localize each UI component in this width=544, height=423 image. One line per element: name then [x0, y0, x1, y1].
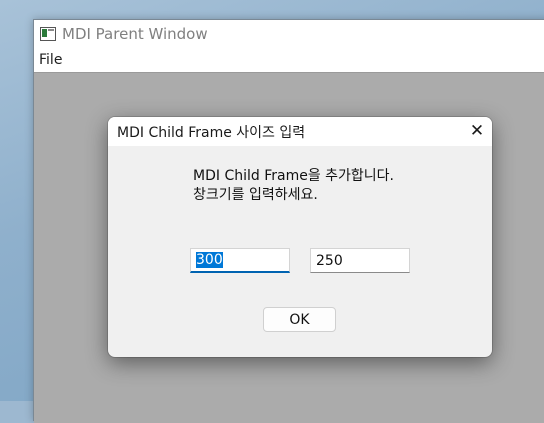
- dialog-title: MDI Child Frame 사이즈 입력: [117, 125, 306, 141]
- menu-file[interactable]: File: [39, 52, 62, 68]
- close-icon[interactable]: ✕: [462, 117, 492, 146]
- dialog-message: MDI Child Frame을 추가합니다. 창크기를 입력하세요.: [193, 167, 394, 205]
- parent-title-bar[interactable]: MDI Parent Window: [34, 20, 544, 49]
- ok-button[interactable]: OK: [263, 307, 336, 332]
- width-input[interactable]: [190, 248, 290, 273]
- dialog-message-line-2: 창크기를 입력하세요.: [193, 187, 318, 203]
- app-window-icon: [40, 27, 56, 41]
- child-frame-size-dialog: MDI Child Frame 사이즈 입력 ✕ MDI Child Frame…: [108, 117, 492, 357]
- height-input[interactable]: [310, 248, 410, 273]
- menu-bar: File: [34, 49, 544, 73]
- parent-window-title: MDI Parent Window: [62, 25, 208, 43]
- dialog-message-line-1: MDI Child Frame을 추가합니다.: [193, 168, 395, 184]
- dialog-title-bar[interactable]: MDI Child Frame 사이즈 입력 ✕: [108, 117, 492, 146]
